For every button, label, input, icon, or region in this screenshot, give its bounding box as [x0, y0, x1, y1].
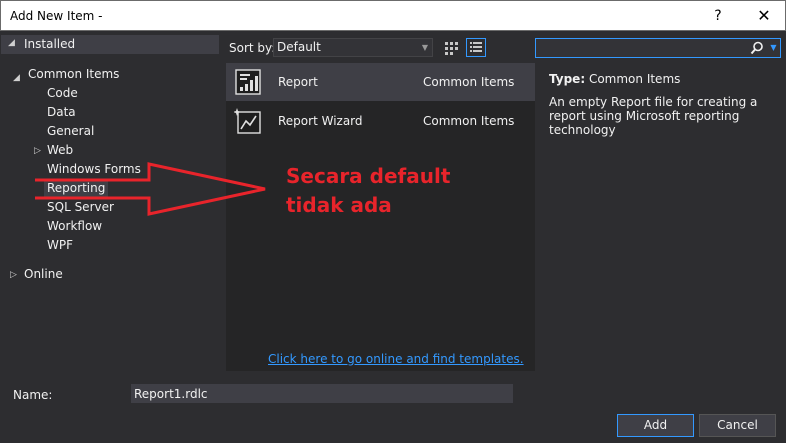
details-panel: Type: Common Items An empty Report file … — [541, 63, 785, 371]
annotation-line-1: Secara default — [286, 164, 451, 188]
tree-node-data[interactable]: Data — [47, 104, 76, 121]
online-templates-link[interactable]: Click here to go online and find templat… — [268, 352, 524, 366]
sort-by-dropdown[interactable]: Default ▼ — [273, 38, 433, 57]
sort-by-label: Sort by: — [229, 41, 276, 55]
list-view-button[interactable] — [466, 38, 486, 57]
expand-down-icon[interactable]: ◢ — [13, 73, 20, 83]
small-icons-view-button[interactable] — [441, 38, 461, 57]
name-label: Name: — [13, 388, 53, 402]
list-view-icon — [470, 42, 482, 52]
expand-down-icon[interactable]: ◢ — [8, 38, 15, 48]
search-options-dropdown[interactable]: ▼ — [767, 39, 780, 57]
type-line: Type: Common Items — [549, 72, 680, 86]
annotation-line-2: tidak ada — [286, 193, 392, 217]
template-item-report[interactable]: Report Common Items — [226, 63, 535, 101]
help-button[interactable]: ? — [703, 1, 733, 31]
tree-node-installed[interactable]: ◢ Installed — [1, 35, 219, 54]
search-box[interactable]: ▼ — [535, 38, 781, 58]
tree-node-installed-label: Installed — [24, 37, 76, 51]
annotation-text: Secara default tidak ada — [286, 162, 450, 220]
template-description: An empty Report file for creating a repo… — [549, 95, 758, 137]
dialog-client: ◢ Installed ◢ Common Items Code Data Gen… — [1, 31, 785, 442]
type-value: Common Items — [588, 72, 681, 86]
expand-right-icon[interactable]: ▷ — [34, 146, 41, 156]
title-bar: Add New Item - ? ✕ — [0, 0, 786, 31]
template-item-name: Report Wizard — [278, 114, 363, 128]
grid-view-icon — [445, 42, 458, 55]
tree-node-workflow[interactable]: Workflow — [47, 218, 102, 235]
tree-node-common-items[interactable]: Common Items — [28, 66, 119, 83]
report-wizard-icon — [234, 108, 261, 134]
type-label: Type: — [549, 72, 586, 86]
template-item-category: Common Items — [423, 75, 515, 89]
report-icon — [235, 69, 261, 95]
footer: Name: Add Cancel — [1, 376, 785, 442]
template-item-report-wizard[interactable]: Report Wizard Common Items — [226, 102, 535, 140]
tree-node-online[interactable]: Online — [24, 266, 63, 283]
annotation-arrow — [35, 162, 266, 216]
template-item-name: Report — [278, 75, 318, 89]
cancel-button[interactable]: Cancel — [699, 414, 776, 437]
window-title: Add New Item - — [10, 9, 103, 23]
close-button[interactable]: ✕ — [749, 1, 779, 31]
template-item-category: Common Items — [423, 114, 515, 128]
expand-right-icon[interactable]: ▷ — [10, 270, 17, 280]
tree-node-general[interactable]: General — [47, 123, 94, 140]
add-button[interactable]: Add — [617, 414, 694, 437]
search-input[interactable] — [536, 39, 746, 57]
sort-by-value: Default — [277, 40, 321, 54]
chevron-down-icon: ▼ — [421, 43, 428, 52]
tree-node-code[interactable]: Code — [47, 85, 78, 102]
tree-node-web[interactable]: Web — [47, 142, 73, 159]
name-input[interactable] — [131, 384, 513, 403]
search-icon[interactable] — [748, 39, 766, 57]
tree-node-wpf[interactable]: WPF — [47, 237, 73, 254]
